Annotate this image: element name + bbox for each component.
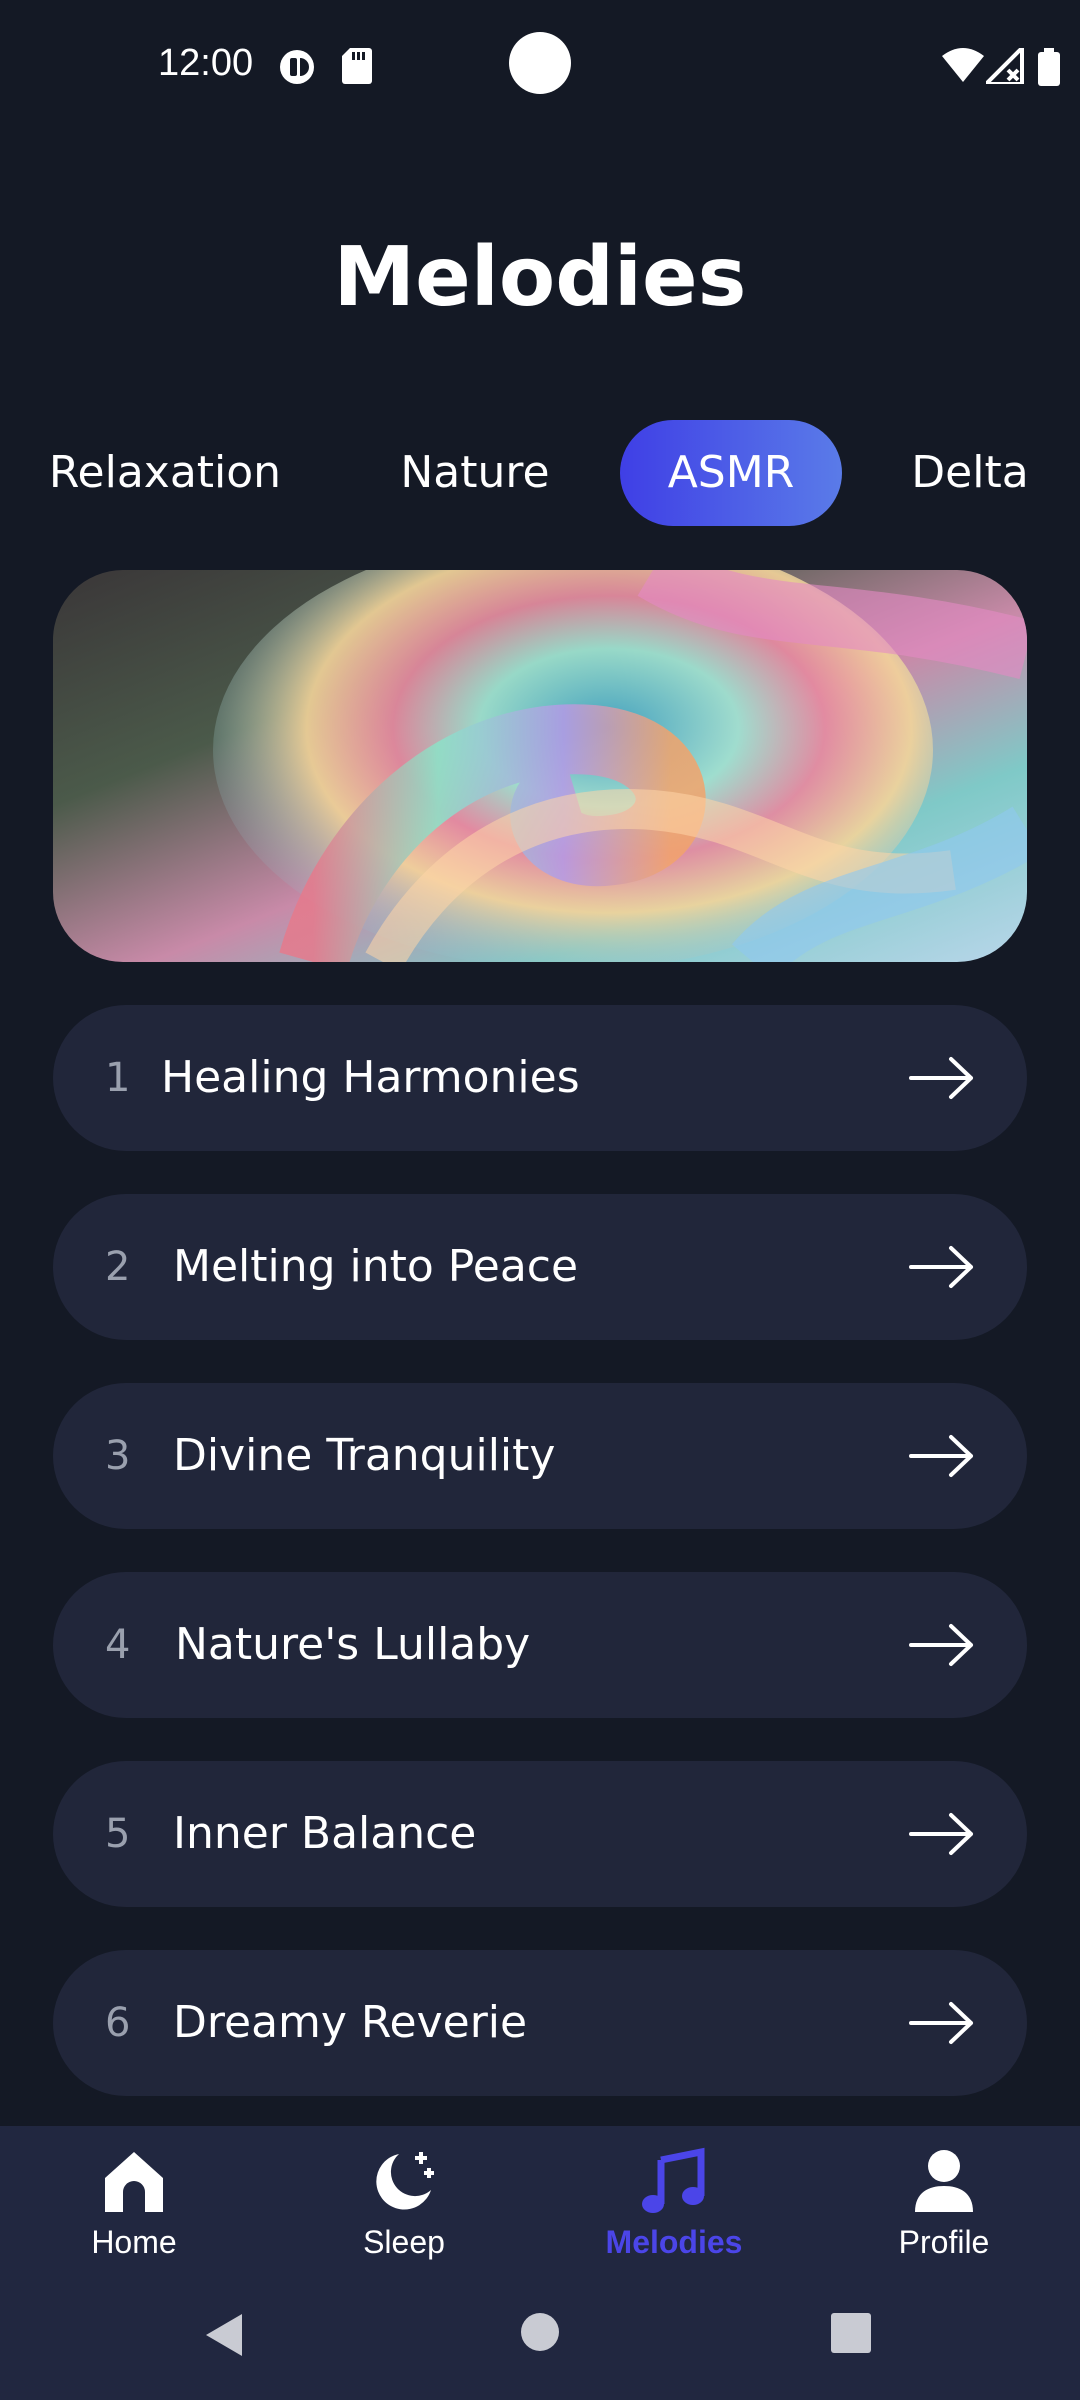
nav-melodies[interactable]: Melodies — [574, 2146, 774, 2306]
nav-home[interactable]: Home — [34, 2146, 234, 2306]
signal-icon — [986, 48, 1024, 84]
abstract-swirl-image — [53, 570, 1027, 962]
home-circle-icon[interactable] — [520, 2312, 560, 2352]
home-icon — [105, 2152, 163, 2212]
status-time: 12:00 — [158, 42, 254, 84]
nav-label: Home — [91, 2224, 177, 2260]
nav-label: Profile — [898, 2224, 990, 2260]
camera-cutout — [509, 32, 571, 94]
track-number: 2 — [105, 1244, 131, 1290]
track-item-1[interactable]: 1 Healing Harmonies — [53, 1005, 1027, 1151]
arrow-right-icon[interactable] — [909, 2000, 975, 2046]
tab-relaxation[interactable]: Relaxation — [30, 420, 300, 526]
arrow-right-icon[interactable] — [909, 1811, 975, 1857]
track-number: 5 — [105, 1811, 131, 1857]
data-saver-icon — [280, 50, 314, 84]
track-number: 3 — [105, 1433, 131, 1479]
back-icon[interactable] — [204, 2312, 244, 2358]
arrow-right-icon[interactable] — [909, 1622, 975, 1668]
track-title: Healing Harmonies — [161, 1052, 580, 1103]
sd-card-icon — [342, 48, 372, 84]
nav-profile[interactable]: Profile — [844, 2146, 1044, 2306]
page-title: Melodies — [333, 230, 747, 325]
track-number: 4 — [105, 1622, 131, 1668]
track-item-3[interactable]: 3 Divine Tranquility — [53, 1383, 1027, 1529]
system-nav-bar — [0, 2290, 1080, 2380]
arrow-right-icon[interactable] — [909, 1244, 975, 1290]
track-title: Nature's Lullaby — [175, 1619, 531, 1670]
track-title: Dreamy Reverie — [173, 1997, 528, 2048]
music-note-icon — [642, 2147, 705, 2213]
wifi-icon — [942, 48, 984, 82]
arrow-right-icon[interactable] — [909, 1433, 975, 1479]
nav-sleep[interactable]: Sleep — [304, 2146, 504, 2306]
status-bar: 12:00 — [0, 0, 1080, 130]
track-number: 1 — [105, 1055, 131, 1101]
track-title: Inner Balance — [173, 1808, 477, 1859]
track-item-2[interactable]: 2 Melting into Peace — [53, 1194, 1027, 1340]
tab-nature[interactable]: Nature — [370, 420, 580, 526]
track-title: Divine Tranquility — [173, 1430, 556, 1481]
track-item-5[interactable]: 5 Inner Balance — [53, 1761, 1027, 1907]
arrow-right-icon[interactable] — [909, 1055, 975, 1101]
track-item-6[interactable]: 6 Dreamy Reverie — [53, 1950, 1027, 2096]
tab-delta[interactable]: Delta — [890, 420, 1050, 526]
track-title: Melting into Peace — [173, 1241, 579, 1292]
nav-label: Melodies — [605, 2224, 743, 2260]
person-icon — [915, 2150, 973, 2212]
category-tabs: Relaxation Nature ASMR Delta — [0, 420, 1080, 526]
hero-image — [53, 570, 1027, 962]
tab-asmr[interactable]: ASMR — [620, 420, 842, 526]
nav-label: Sleep — [363, 2224, 445, 2260]
track-number: 6 — [105, 2000, 131, 2046]
battery-icon — [1038, 48, 1060, 86]
track-item-4[interactable]: 4 Nature's Lullaby — [53, 1572, 1027, 1718]
recents-icon[interactable] — [830, 2312, 872, 2354]
moon-stars-icon — [376, 2152, 434, 2210]
